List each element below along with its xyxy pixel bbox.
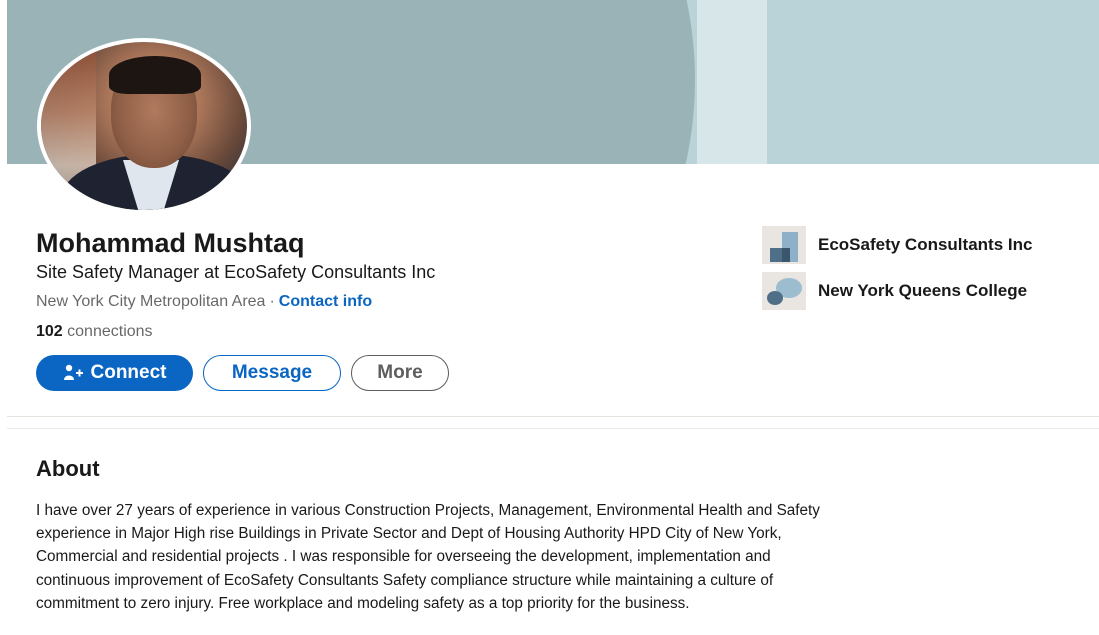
profile-name: Mohammad Mushtaq bbox=[36, 228, 305, 258]
profile-headline: Site Safety Manager at EcoSafety Consult… bbox=[36, 262, 436, 282]
profile-location-line: New York City Metropolitan Area · Contact … bbox=[36, 293, 372, 311]
about-line: commitment to zero injury. Free workplac… bbox=[36, 594, 690, 612]
profile-top-card: Mohammad Mushtaq Site Safety Manager at … bbox=[7, 0, 1099, 417]
connections-label: connections bbox=[67, 323, 153, 340]
about-line: Commercial and residential projects . I … bbox=[36, 548, 771, 566]
about-title: About bbox=[36, 456, 100, 481]
connect-label: Connect bbox=[90, 362, 167, 383]
org-name-company: EcoSafety Consultants Inc bbox=[818, 235, 1033, 254]
about-text: I have over 27 years of experience in va… bbox=[36, 499, 1076, 615]
profile-page: Mohammad Mushtaq Site Safety Manager at … bbox=[0, 0, 1099, 635]
about-line: I have over 27 years of experience in va… bbox=[36, 502, 820, 519]
message-button[interactable]: Message bbox=[203, 355, 341, 391]
more-button[interactable]: More bbox=[351, 355, 449, 391]
profile-location: New York City Metropolitan Area bbox=[36, 293, 266, 310]
org-item-school[interactable]: New York Queens College bbox=[762, 272, 1027, 310]
separator-dot: · bbox=[269, 293, 275, 310]
connections-count[interactable]: 102 connections bbox=[36, 323, 153, 341]
connect-button[interactable]: Connect bbox=[36, 355, 193, 391]
banner-stripe bbox=[697, 0, 767, 164]
org-item-company[interactable]: EcoSafety Consultants Inc bbox=[762, 226, 1032, 264]
contact-info-link[interactable]: Contact info bbox=[279, 293, 372, 310]
about-line: continuous improvement of EcoSafety Cons… bbox=[36, 571, 774, 589]
school-logo-icon bbox=[762, 272, 806, 310]
connections-number: 102 bbox=[36, 323, 63, 340]
profile-avatar[interactable] bbox=[37, 38, 251, 214]
add-person-icon bbox=[63, 364, 85, 382]
company-logo-icon bbox=[762, 226, 806, 264]
about-line: experience in Major High rise Buildings … bbox=[36, 525, 782, 543]
about-section: About I have over 27 years of experience… bbox=[7, 428, 1099, 635]
avatar-hair bbox=[109, 56, 201, 94]
org-name-school: New York Queens College bbox=[818, 281, 1028, 300]
